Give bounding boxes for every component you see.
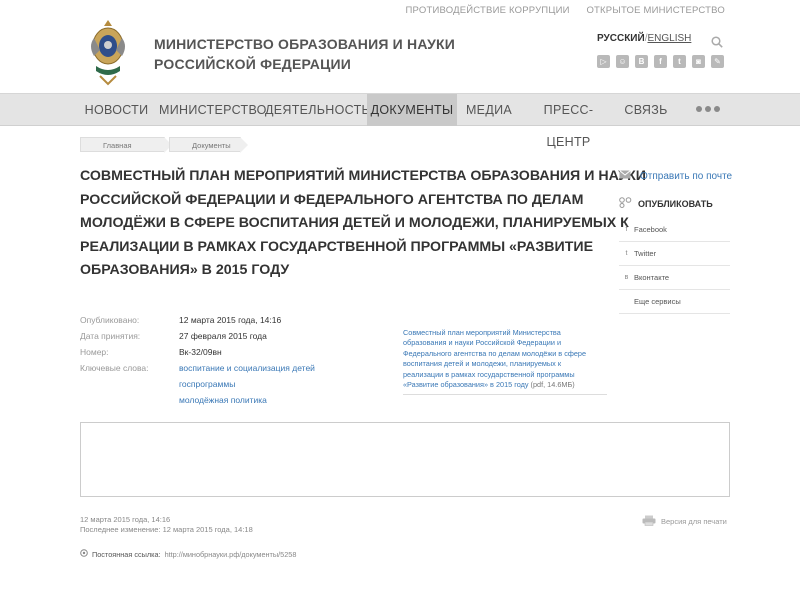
ministry-title-line1: МИНИСТЕРСТВО ОБРАЗОВАНИЯ И НАУКИ bbox=[154, 36, 456, 52]
instagram-icon[interactable]: ◙ bbox=[692, 55, 705, 68]
link-icon bbox=[80, 549, 88, 559]
vkontakte-icon: в bbox=[624, 273, 629, 281]
page-title: СОВМЕСТНЫЙ ПЛАН МЕРОПРИЯТИЙ МИНИСТЕРСТВА… bbox=[80, 165, 646, 283]
meta-adopted-value: 27 февраля 2015 года bbox=[179, 331, 267, 341]
share-label: Facebook bbox=[634, 224, 667, 234]
ministry-title[interactable]: МИНИСТЕРСТВО ОБРАЗОВАНИЯ И НАУКИ РОССИЙС… bbox=[154, 34, 455, 74]
nav-item-ministry[interactable]: МИНИСТЕРСТВО bbox=[159, 94, 266, 126]
print-version-link[interactable]: Версия для печати bbox=[642, 515, 727, 528]
document-file-line-last: «Развитие образования» в 2015 году (pdf,… bbox=[403, 380, 607, 390]
document-file-line: Федерального агентства по делам молодёжи… bbox=[403, 348, 587, 358]
meta-number-value: Вк-32/09вн bbox=[179, 347, 222, 357]
embedded-content-frame[interactable] bbox=[80, 422, 730, 497]
document-dates: 12 марта 2015 года, 14:16 Последнее изме… bbox=[80, 515, 253, 535]
twitter-icon[interactable]: t bbox=[673, 55, 686, 68]
meta-published-row: Опубликовано: 12 марта 2015 года, 14:16 bbox=[80, 312, 315, 328]
share-vkontakte[interactable]: в Вконтакте bbox=[619, 266, 730, 290]
nav-item-activity[interactable]: ДЕЯТЕЛЬНОСТЬ bbox=[265, 94, 370, 126]
breadcrumb: Главная Документы bbox=[80, 137, 248, 153]
top-links: ПРОТИВОДЕЙСТВИЕ КОРРУПЦИИ ОТКРЫТОЕ МИНИС… bbox=[392, 5, 725, 16]
share-label: Twitter bbox=[634, 248, 657, 258]
keyword-list: воспитание и социализация детей госпрогр… bbox=[179, 360, 315, 408]
lang-english[interactable]: ENGLISH bbox=[647, 33, 691, 44]
last-modified-date: Последнее изменение: 12 марта 2015 года,… bbox=[80, 525, 253, 534]
search-icon[interactable] bbox=[711, 35, 723, 48]
document-file-title-end: «Развитие образования» в 2015 году bbox=[403, 380, 529, 390]
document-meta: Опубликовано: 12 марта 2015 года, 14:16 … bbox=[80, 312, 315, 408]
social-icons: ▷ ☺ B f t ◙ ✎ bbox=[597, 55, 724, 68]
meta-keywords-label: Ключевые слова: bbox=[80, 363, 149, 373]
document-file-size: (pdf, 14.6МБ) bbox=[528, 380, 575, 390]
meta-published-value: 12 марта 2015 года, 14:16 bbox=[179, 315, 282, 325]
share-facebook[interactable]: f Facebook bbox=[619, 218, 730, 242]
document-file-line: образования и науки Российской Федерации… bbox=[403, 338, 562, 348]
page-title-line: МОЛОДЁЖИ В СФЕРЕ ВОСПИТАНИЯ ДЕТЕЙ И МОЛО… bbox=[80, 215, 629, 231]
page-title-line: РЕАЛИЗАЦИИ В РАМКАХ ГОСУДАРСТВЕННОЙ ПРОГ… bbox=[80, 238, 594, 255]
permalink: Постоянная ссылка: http://минобрнауки.рф… bbox=[80, 549, 296, 559]
meta-keywords-row: Ключевые слова: воспитание и социализаци… bbox=[80, 360, 315, 408]
keyword-link[interactable]: госпрограммы bbox=[179, 376, 315, 392]
print-version-label: Версия для печати bbox=[661, 517, 727, 526]
publish-date: 12 марта 2015 года, 14:16 bbox=[80, 515, 171, 524]
language-switch: РУССКИЙ/ENGLISH bbox=[597, 33, 691, 44]
youtube-icon[interactable]: ▷ bbox=[597, 55, 610, 68]
keyword-link[interactable]: воспитание и социализация детей bbox=[179, 360, 315, 376]
ministry-title-line2: РОССИЙСКОЙ ФЕДЕРАЦИИ bbox=[154, 56, 352, 72]
main-nav: НОВОСТИ МИНИСТЕРСТВО ДЕЯТЕЛЬНОСТЬ ДОКУМЕ… bbox=[0, 93, 800, 149]
nav-item-media[interactable]: МЕДИА bbox=[463, 94, 515, 126]
meta-published-label: Опубликовано: bbox=[80, 315, 140, 325]
twitter-icon: t bbox=[625, 249, 628, 257]
page-title-line: ОБРАЗОВАНИЯ» В 2015 ГОДУ bbox=[80, 262, 290, 278]
share-more-services[interactable]: Еще сервисы bbox=[619, 290, 730, 314]
permalink-label: Постоянная ссылка: bbox=[92, 549, 161, 559]
facebook-icon[interactable]: f bbox=[654, 55, 667, 68]
vkontakte-icon[interactable]: B bbox=[635, 55, 648, 68]
nav-more-icon[interactable] bbox=[696, 106, 720, 112]
send-by-mail-label: Отправить по почте bbox=[640, 170, 733, 182]
send-by-mail-link[interactable]: Отправить по почте bbox=[619, 170, 732, 182]
document-file-link[interactable]: Совместный план мероприятий Министерства… bbox=[403, 328, 607, 396]
meta-number-label: Номер: bbox=[80, 347, 109, 357]
share-label: Вконтакте bbox=[634, 272, 670, 282]
permalink-url[interactable]: http://минобрнауки.рф/документы/5258 bbox=[165, 550, 297, 559]
share-icon bbox=[619, 197, 632, 210]
page-title-line: СОВМЕСТНЫЙ ПЛАН МЕРОПРИЯТИЙ МИНИСТЕРСТВА… bbox=[80, 168, 646, 184]
nav-item-documents[interactable]: ДОКУМЕНТЫ bbox=[367, 94, 457, 126]
meta-adopted-label: Дата принятия: bbox=[80, 331, 141, 341]
lang-russian[interactable]: РУССКИЙ bbox=[597, 33, 645, 44]
page-title-line: РОССИЙСКОЙ ФЕДЕРАЦИИ И ФЕДЕРАЛЬНОГО АГЕН… bbox=[80, 191, 584, 208]
facebook-icon: f bbox=[625, 225, 628, 233]
publish-header: ОПУБЛИКОВАТЬ bbox=[619, 197, 713, 210]
ministry-emblem-logo[interactable] bbox=[86, 16, 130, 86]
document-file-line: воспитания детей и молодежи, планируемых… bbox=[403, 359, 562, 369]
nav-item-contacts[interactable]: СВЯЗЬ bbox=[620, 94, 672, 126]
document-file-line: реализации в рамках государственной прог… bbox=[403, 369, 575, 379]
mail-icon bbox=[619, 170, 631, 182]
share-services-list: f Facebook t Twitter в Вконтакте Еще сервис… bbox=[619, 218, 730, 314]
document-file-line: Совместный план мероприятий Министерства bbox=[403, 328, 561, 337]
keyword-link[interactable]: молодёжная политика bbox=[179, 392, 315, 408]
top-link-anticorruption[interactable]: ПРОТИВОДЕЙСТВИЕ КОРРУПЦИИ bbox=[406, 5, 570, 16]
meta-adopted-row: Дата принятия: 27 февраля 2015 года bbox=[80, 328, 315, 344]
meta-number-row: Номер: Вк-32/09вн bbox=[80, 344, 315, 360]
nav-item-press-center[interactable]: ПРЕСС-ЦЕНТР bbox=[525, 94, 612, 149]
breadcrumb-home[interactable]: Главная bbox=[80, 137, 172, 153]
nav-item-news[interactable]: НОВОСТИ bbox=[80, 94, 153, 126]
publish-label: ОПУБЛИКОВАТЬ bbox=[638, 198, 713, 209]
share-twitter[interactable]: t Twitter bbox=[619, 242, 730, 266]
printer-icon bbox=[642, 515, 656, 528]
livejournal-icon[interactable]: ☺ bbox=[616, 55, 629, 68]
top-link-open-ministry[interactable]: ОТКРЫТОЕ МИНИСТЕРСТВО bbox=[586, 5, 725, 16]
breadcrumb-documents[interactable]: Документы bbox=[169, 137, 248, 153]
rss-icon[interactable]: ✎ bbox=[711, 55, 724, 68]
share-label: Еще сервисы bbox=[634, 296, 681, 306]
